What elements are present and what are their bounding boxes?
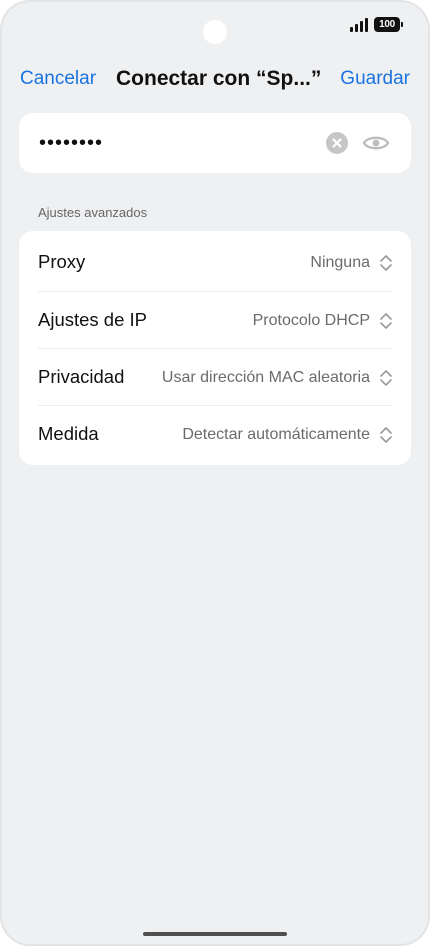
- save-button[interactable]: Guardar: [340, 68, 410, 90]
- setting-label: Medida: [38, 423, 99, 444]
- setting-value: Usar dirección MAC aleatoria: [161, 369, 370, 386]
- front-camera: [203, 20, 227, 44]
- clear-icon[interactable]: [326, 132, 348, 154]
- setting-label: Privacidad: [38, 366, 125, 387]
- cancel-button[interactable]: Cancelar: [20, 68, 96, 90]
- advanced-settings-card: Proxy Ninguna Ajustes de IP Protocolo DH…: [19, 231, 411, 465]
- chevron-updown-icon: [380, 370, 392, 386]
- home-indicator[interactable]: [143, 932, 287, 936]
- setting-row-privacy[interactable]: Privacidad Usar dirección MAC aleatoria: [19, 348, 411, 405]
- password-field[interactable]: [39, 131, 299, 155]
- password-card: [19, 113, 411, 173]
- section-label-advanced: Ajustes avanzados: [38, 205, 148, 220]
- setting-value: Protocolo DHCP: [252, 312, 370, 329]
- chevron-updown-icon: [380, 427, 392, 443]
- chevron-updown-icon: [380, 255, 392, 271]
- setting-label: Ajustes de IP: [38, 309, 148, 330]
- phone-screen: 100 Cancelar Conectar con “Sp...” Guarda…: [0, 0, 430, 946]
- setting-row-ip[interactable]: Ajustes de IP Protocolo DHCP: [19, 291, 411, 348]
- setting-value: Ninguna: [310, 254, 370, 271]
- battery-icon: 100: [374, 17, 403, 32]
- page-title: Conectar con “Sp...”: [116, 67, 322, 90]
- setting-value: Detectar automáticamente: [182, 426, 370, 443]
- setting-label: Proxy: [38, 251, 86, 272]
- eye-icon[interactable]: [362, 132, 390, 154]
- chevron-updown-icon: [380, 313, 392, 329]
- nav-bar: Cancelar Conectar con “Sp...” Guardar: [0, 60, 430, 100]
- status-bar: 100: [0, 0, 430, 56]
- signal-bars-icon: [350, 18, 369, 32]
- setting-row-metered[interactable]: Medida Detectar automáticamente: [19, 405, 411, 462]
- setting-row-proxy[interactable]: Proxy Ninguna: [19, 233, 411, 290]
